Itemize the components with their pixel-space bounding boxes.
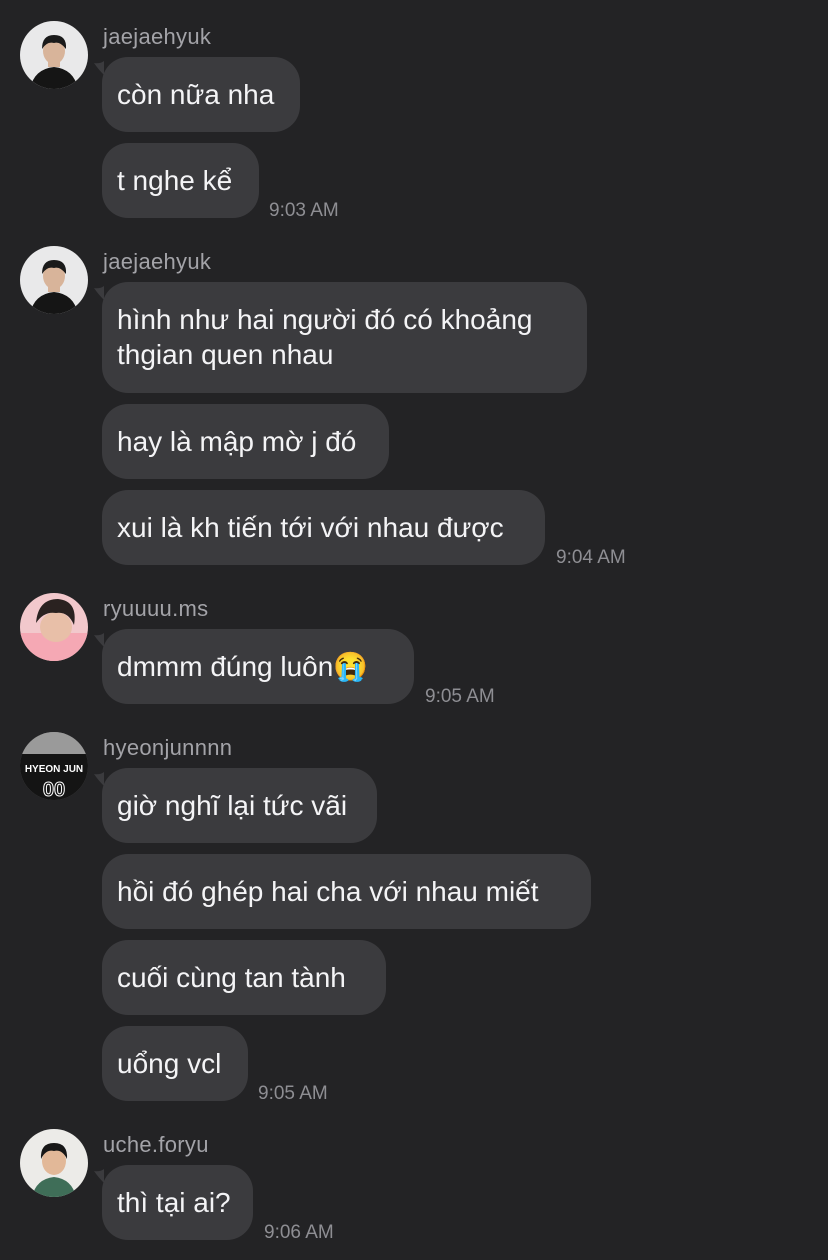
bubble-tail-icon: [94, 286, 104, 300]
avatar-jaejaehyuk[interactable]: [20, 21, 88, 89]
message-bubble[interactable]: thì tại ai?: [102, 1165, 253, 1240]
message-bubble[interactable]: còn nữa nha: [102, 57, 300, 132]
profile-photo-icon: [20, 21, 88, 89]
profile-photo-icon: HYEON JUN 00: [20, 732, 88, 800]
message-timestamp: 9:06 AM: [264, 1222, 334, 1243]
avatar-jersey-text: HYEON JUN: [25, 764, 83, 775]
sender-name: jaejaehyuk: [103, 24, 212, 49]
bubble-tail-icon: [94, 633, 104, 647]
message-bubble[interactable]: uổng vcl: [102, 1026, 248, 1101]
sender-name: hyeonjunnnn: [103, 735, 233, 760]
sender-name: jaejaehyuk: [103, 249, 212, 274]
profile-photo-icon: [20, 593, 88, 661]
message-bubble[interactable]: giờ nghĩ lại tức vãi: [102, 768, 377, 843]
message-bubble[interactable]: cuối cùng tan tành: [102, 940, 386, 1015]
avatar-jaejaehyuk[interactable]: [20, 246, 88, 314]
bubble-tail-icon: [94, 61, 104, 75]
message-bubble[interactable]: hình như hai người đó có khoảng thgian q…: [102, 282, 587, 393]
message-bubble[interactable]: t nghe kể: [102, 143, 259, 218]
bubble-tail-icon: [94, 772, 104, 786]
message-bubble[interactable]: hồi đó ghép hai cha với nhau miết: [102, 854, 591, 929]
message-bubble[interactable]: dmmm đúng luôn😭: [102, 629, 414, 704]
message-timestamp: 9:04 AM: [556, 547, 626, 568]
svg-text:00: 00: [43, 779, 65, 800]
message-timestamp: 9:03 AM: [269, 200, 339, 221]
message-bubble[interactable]: hay là mập mờ j đó: [102, 404, 389, 479]
sender-name: uche.foryu: [103, 1132, 209, 1157]
avatar-uche-foryu[interactable]: [20, 1129, 88, 1197]
sender-name: ryuuuu.ms: [103, 596, 209, 621]
profile-photo-icon: [20, 1129, 88, 1197]
message-timestamp: 9:05 AM: [258, 1083, 328, 1104]
bubble-tail-icon: [94, 1169, 104, 1183]
profile-photo-icon: [20, 246, 88, 314]
message-bubble[interactable]: xui là kh tiến tới với nhau được: [102, 490, 545, 565]
avatar-hyeonjunnnn[interactable]: HYEON JUN 00: [20, 732, 88, 800]
message-timestamp: 9:05 AM: [425, 686, 495, 707]
avatar-ryuuuu-ms[interactable]: [20, 593, 88, 661]
